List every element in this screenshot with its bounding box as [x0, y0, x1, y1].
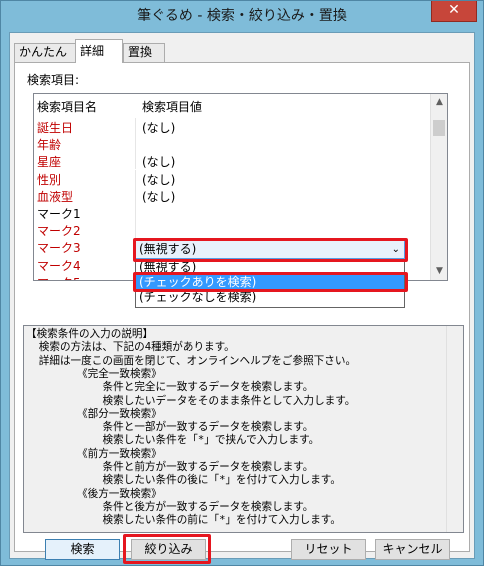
scroll-thumb[interactable]	[433, 120, 445, 136]
tab-detail[interactable]: 詳細	[75, 39, 123, 63]
help-text-line: 検索したいデータをそのまま条件として入力します。	[26, 394, 356, 407]
table-row[interactable]: マーク2	[34, 221, 430, 239]
field-value[interactable]: (なし)	[142, 171, 175, 188]
field-name: 性別	[37, 172, 62, 187]
help-text-line: 検索の方法は、下記の4種類があります。	[26, 341, 235, 354]
help-text-line: 詳細は一度この画面を閉じて、オンラインヘルプをご参照下さい。	[26, 354, 357, 367]
field-name: 血液型	[37, 189, 74, 204]
reset-button[interactable]: リセット	[291, 539, 366, 560]
column-header-field-name[interactable]: 検索項目名	[37, 98, 97, 115]
grid-header: 検索項目名 検索項目値	[34, 94, 430, 116]
table-row[interactable]: マーク1	[34, 204, 430, 221]
field-value[interactable]: (なし)	[142, 153, 175, 170]
mark1-value-combo[interactable]: (無視する) ⌄	[135, 240, 405, 259]
field-name: 年齢	[37, 138, 62, 153]
table-row[interactable]: 年齢	[34, 135, 430, 153]
grid-scrollbar[interactable]: ▲ ▼	[430, 94, 447, 280]
help-text-line: 《完全一致検索》	[26, 367, 162, 380]
search-help-text: 【検索条件の入力の説明】 検索の方法は、下記の4種類があります。 詳細は一度この…	[23, 325, 464, 533]
field-value[interactable]: (なし)	[142, 119, 175, 136]
help-text-line: 【検索条件の入力の説明】	[26, 328, 154, 340]
table-row[interactable]: 星座 (なし)	[34, 152, 430, 170]
help-text-line: 検索したい条件の後に「*」を付けて入力します。	[26, 474, 341, 487]
dialog-window: 筆ぐるめ - 検索・絞り込み・置換 ✕ かんたん 詳細 置換 検索項目: 検索項…	[0, 0, 484, 566]
detail-panel: 検索項目: 検索項目名 検索項目値 誕生日 (なし) 年齢 星座 (なし) 性別 (なし) 血…	[14, 62, 470, 564]
field-name: マーク2	[37, 224, 81, 239]
help-text-line: 《前方一致検索》	[26, 447, 162, 460]
combo-dropdown-list: (無視する) (チェックありを検索) (チェックなしを検索)	[135, 259, 405, 308]
combo-value: (無視する)	[139, 242, 197, 256]
cancel-button[interactable]: キャンセル	[375, 539, 450, 560]
scroll-up-icon[interactable]: ▲	[431, 94, 447, 111]
filter-button[interactable]: 絞り込み	[131, 539, 206, 560]
help-text-line: 条件と一部が一致するデータを検索します。	[26, 421, 314, 434]
help-text-line: 条件と完全に一致するデータを検索します。	[26, 381, 314, 394]
table-row[interactable]: 誕生日 (なし)	[34, 118, 430, 135]
field-name: マーク1	[37, 207, 81, 221]
help-text-line: 検索したい条件の前に「*」を付けて入力します。	[26, 514, 341, 527]
help-text-line: 《後方一致検索》	[26, 487, 162, 500]
help-text-line: 条件と前方が一致するデータを検索します。	[26, 461, 314, 473]
tab-simple[interactable]: かんたん	[14, 43, 76, 62]
field-name: 星座	[37, 155, 62, 170]
search-button[interactable]: 検索	[45, 539, 120, 560]
table-row[interactable]: 血液型 (なし)	[34, 186, 430, 205]
close-button[interactable]: ✕	[431, 1, 477, 22]
field-name: マーク3	[37, 241, 81, 256]
dialog-client: かんたん 詳細 置換 検索項目: 検索項目名 検索項目値 誕生日 (なし) 年齢 星座…	[9, 32, 475, 564]
field-name: マーク4	[37, 258, 81, 273]
field-name: マーク5	[37, 274, 81, 280]
close-icon: ✕	[448, 2, 460, 18]
tab-replace[interactable]: 置換	[123, 43, 165, 62]
search-fields-label: 検索項目:	[27, 73, 80, 87]
window-title: 筆ぐるめ - 検索・絞り込み・置換	[137, 8, 347, 24]
help-scrollbar[interactable]	[446, 326, 463, 532]
help-text-line: 《部分一致検索》	[26, 407, 162, 420]
field-name: 誕生日	[37, 121, 74, 135]
help-text-line: 検索したい条件を「*」で挟んで入力します。	[26, 434, 320, 447]
dropdown-option-checked[interactable]: (チェックありを検索)	[136, 275, 404, 290]
help-text-line: 条件と後方が一致するデータを検索します。	[26, 500, 314, 513]
field-value[interactable]: (なし)	[142, 188, 175, 205]
scroll-down-icon[interactable]: ▼	[431, 263, 447, 280]
column-header-field-value[interactable]: 検索項目値	[142, 98, 202, 115]
dropdown-option-unchecked[interactable]: (チェックなしを検索)	[136, 290, 404, 305]
chevron-down-icon[interactable]: ⌄	[392, 241, 400, 258]
table-row[interactable]: 性別 (なし)	[34, 169, 430, 188]
dropdown-option-ignore[interactable]: (無視する)	[136, 260, 404, 275]
